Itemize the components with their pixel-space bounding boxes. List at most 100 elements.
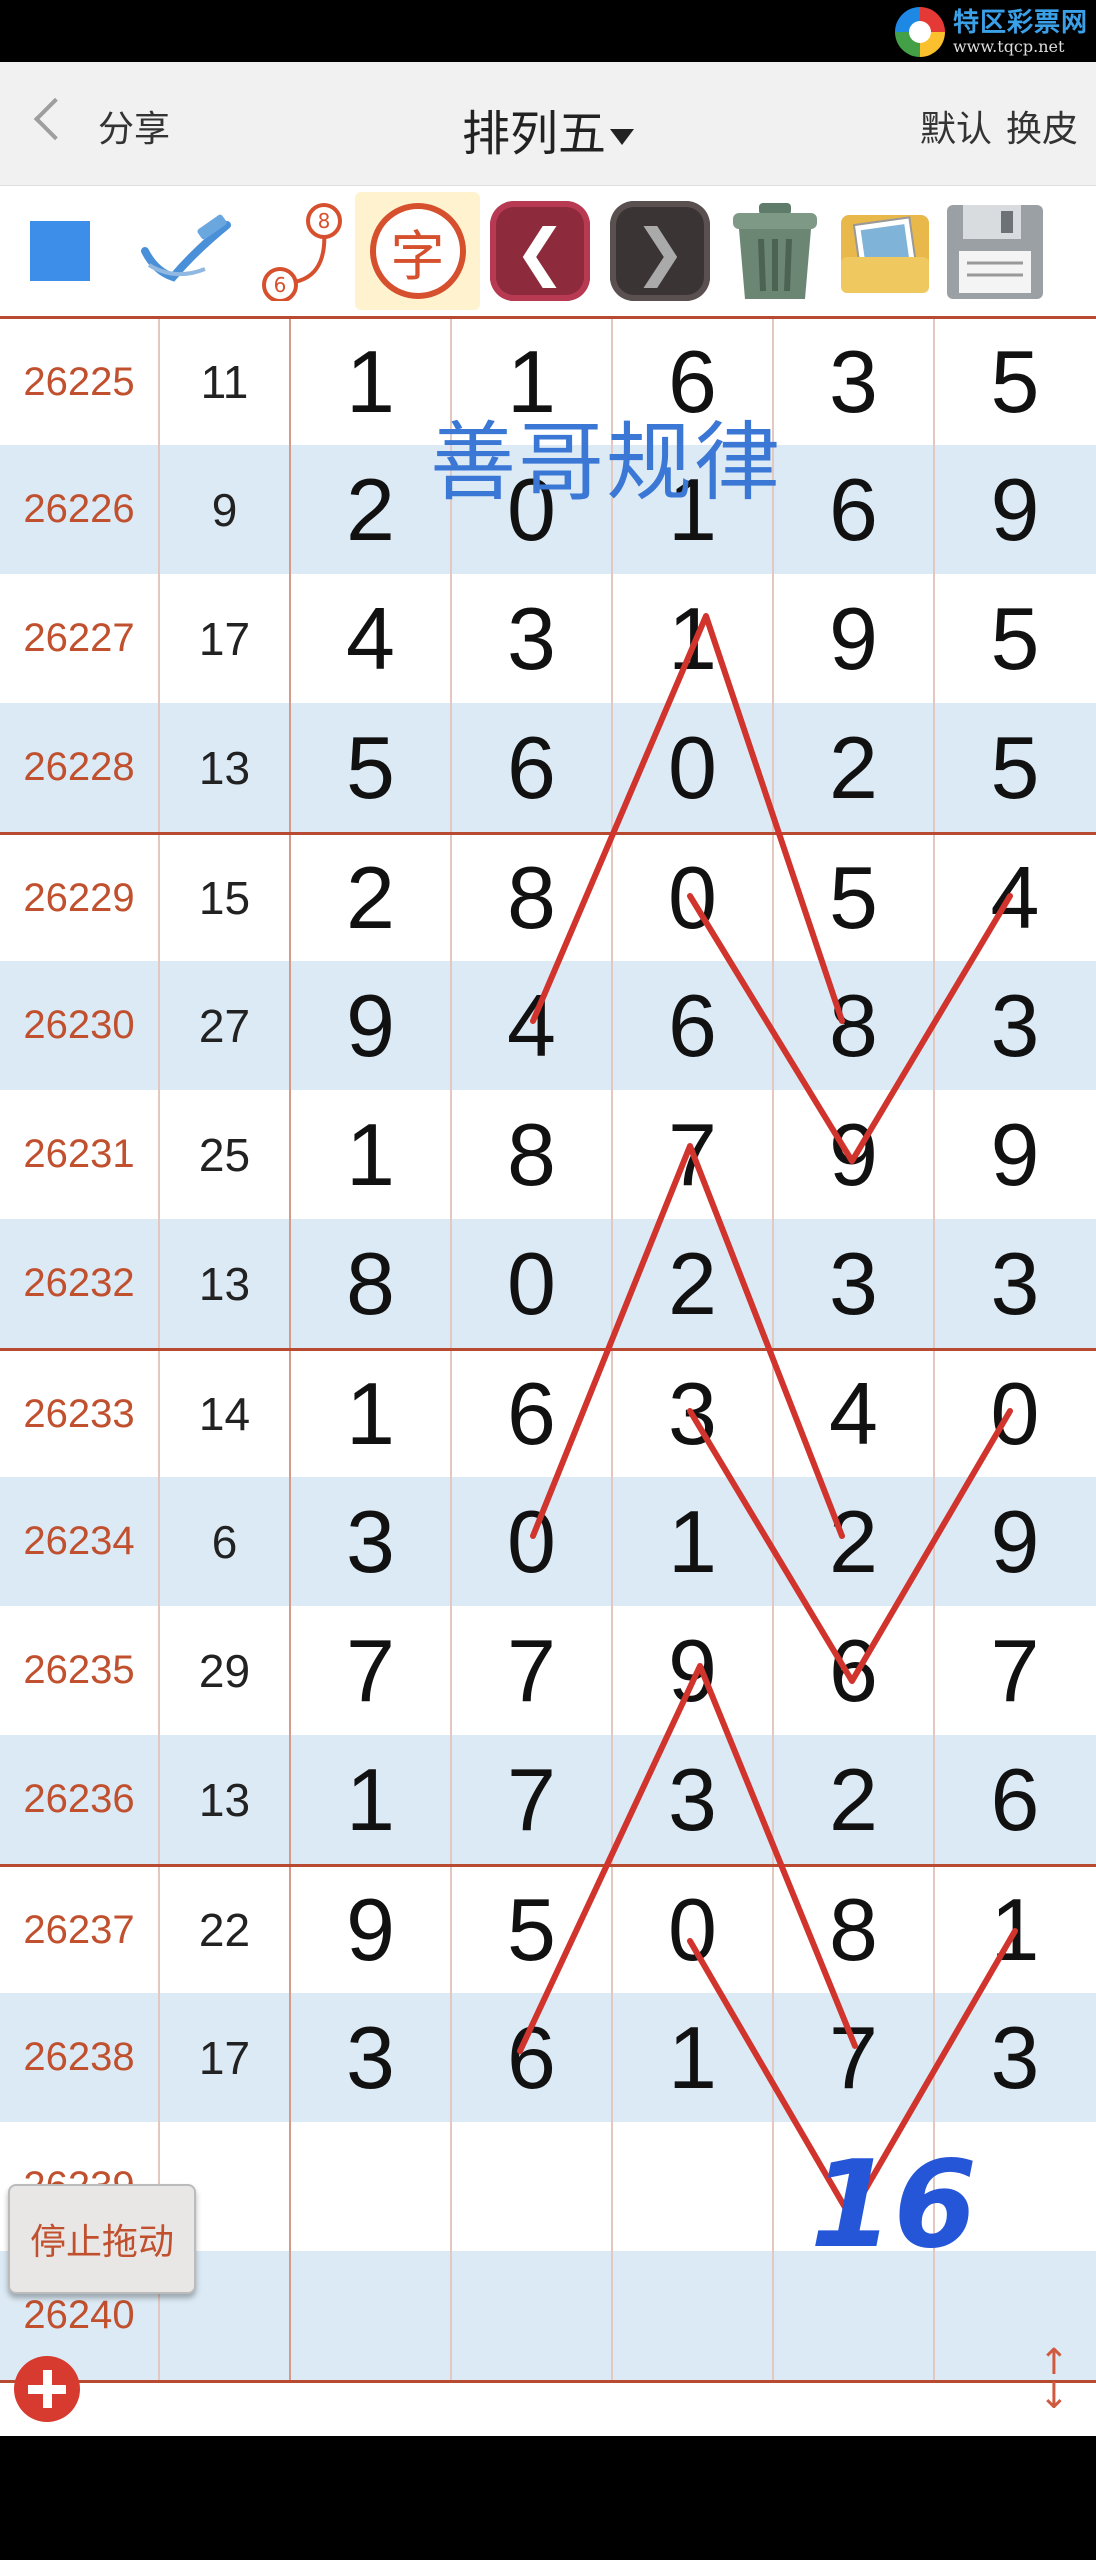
digit-cell-pos-5[interactable]: 5: [935, 703, 1095, 832]
digit-cell-pos-5[interactable]: 3: [935, 961, 1095, 1090]
save-button[interactable]: [940, 192, 1050, 310]
digit-cell-pos-2[interactable]: [452, 2122, 613, 2251]
digit-cell-pos-3[interactable]: 1: [613, 574, 774, 703]
digit-cell-pos-2[interactable]: 3: [452, 574, 613, 703]
digit-cell-pos-5[interactable]: 7: [935, 1606, 1095, 1735]
digit-cell-pos-5[interactable]: 3: [935, 1219, 1095, 1348]
digit-cell-pos-3[interactable]: 2: [613, 1219, 774, 1348]
digit-cell-pos-4[interactable]: 3: [774, 319, 935, 445]
digit-cell-pos-3[interactable]: 0: [613, 1867, 774, 1993]
redo-button[interactable]: ❯: [610, 201, 710, 301]
digit-cell-pos-5[interactable]: 5: [935, 574, 1095, 703]
digit-cell-pos-1[interactable]: 2: [291, 445, 452, 574]
digit-cell-pos-1[interactable]: 2: [291, 835, 452, 961]
digit-cell-pos-5[interactable]: 5: [935, 319, 1095, 445]
table-row: 26230 27 9 4 6 8 3: [0, 961, 1096, 1090]
sum-cell: 6: [160, 1477, 291, 1606]
clear-button[interactable]: [720, 192, 830, 310]
digit-cell-pos-1[interactable]: [291, 2251, 452, 2380]
issue-number-cell: 26233: [0, 1351, 160, 1477]
digit-cell-pos-5[interactable]: 4: [935, 835, 1095, 961]
change-skin-button[interactable]: 换皮: [1006, 100, 1078, 152]
digit-cell-pos-4[interactable]: 4: [774, 1351, 935, 1477]
digit-cell-pos-2[interactable]: 6: [452, 1351, 613, 1477]
table-row: 26235 29 7 7 9 6 7: [0, 1606, 1096, 1735]
digit-cell-pos-4[interactable]: 2: [774, 703, 935, 832]
digit-cell-pos-5[interactable]: 9: [935, 1090, 1095, 1219]
digit-cell-pos-2[interactable]: 0: [452, 1477, 613, 1606]
digit-cell-pos-4[interactable]: 2: [774, 1477, 935, 1606]
digit-cell-pos-5[interactable]: 6: [935, 1735, 1095, 1864]
undo-button[interactable]: ❮: [490, 201, 590, 301]
digit-cell-pos-3[interactable]: 0: [613, 835, 774, 961]
digit-cell-pos-5[interactable]: 1: [935, 1867, 1095, 1993]
digit-cell-pos-4[interactable]: 6: [774, 1606, 935, 1735]
photo-button[interactable]: [830, 192, 940, 310]
digit-cell-pos-4[interactable]: 9: [774, 574, 935, 703]
digit-cell-pos-2[interactable]: 7: [452, 1606, 613, 1735]
stop-drag-button[interactable]: 停止拖动: [8, 2184, 196, 2294]
digit-cell-pos-5[interactable]: 9: [935, 1477, 1095, 1606]
badge-bottom: 6: [273, 273, 286, 297]
digit-cell-pos-1[interactable]: 1: [291, 1735, 452, 1864]
digit-cell-pos-2[interactable]: 5: [452, 1867, 613, 1993]
digit-cell-pos-1[interactable]: 1: [291, 1351, 452, 1477]
digit-cell-pos-4[interactable]: 9: [774, 1090, 935, 1219]
digit-cell-pos-1[interactable]: 3: [291, 1477, 452, 1606]
digit-cell-pos-3[interactable]: 3: [613, 1351, 774, 1477]
digit-cell-pos-2[interactable]: 7: [452, 1735, 613, 1864]
digit-cell-pos-2[interactable]: 4: [452, 961, 613, 1090]
digit-cell-pos-1[interactable]: 5: [291, 703, 452, 832]
sum-cell: 17: [160, 1993, 291, 2122]
trend-table[interactable]: 26225 11 1 1 6 3 5 26226 9 2 0 1 6 9 26227 17 4 3 1 9 5 26228…: [0, 316, 1096, 2436]
sum-cell: 11: [160, 319, 291, 445]
digit-cell-pos-5[interactable]: 3: [935, 1993, 1095, 2122]
digit-cell-pos-3[interactable]: 3: [613, 1735, 774, 1864]
digit-cell-pos-3[interactable]: [613, 2251, 774, 2380]
digit-cell-pos-4[interactable]: 8: [774, 961, 935, 1090]
digit-cell-pos-4[interactable]: 5: [774, 835, 935, 961]
default-button[interactable]: 默认: [920, 100, 992, 152]
digit-cell-pos-1[interactable]: 7: [291, 1606, 452, 1735]
scroll-handle-icon[interactable]: ↑ ↓: [1030, 2345, 1078, 2416]
text-tool[interactable]: 字: [355, 192, 480, 310]
digit-cell-pos-1[interactable]: 9: [291, 1867, 452, 1993]
digit-cell-pos-1[interactable]: 9: [291, 961, 452, 1090]
issue-number-cell: 26225: [0, 319, 160, 445]
digit-cell-pos-4[interactable]: 2: [774, 1735, 935, 1864]
digit-cell-pos-4[interactable]: 6: [774, 445, 935, 574]
digit-cell-pos-3[interactable]: 9: [613, 1606, 774, 1735]
digit-cell-pos-4[interactable]: 8: [774, 1867, 935, 1993]
digit-cell-pos-2[interactable]: 6: [452, 703, 613, 832]
digit-cell-pos-3[interactable]: [613, 2122, 774, 2251]
digit-cell-pos-1[interactable]: [291, 2122, 452, 2251]
digit-cell-pos-2[interactable]: 6: [452, 1993, 613, 2122]
digit-cell-pos-1[interactable]: 4: [291, 574, 452, 703]
pen-tool[interactable]: [120, 192, 250, 310]
digit-cell-pos-3[interactable]: 0: [613, 703, 774, 832]
digit-cell-pos-4[interactable]: 3: [774, 1219, 935, 1348]
digit-cell-pos-2[interactable]: 0: [452, 1219, 613, 1348]
digit-cell-pos-2[interactable]: 8: [452, 835, 613, 961]
digit-cell-pos-1[interactable]: 8: [291, 1219, 452, 1348]
number-connect-tool[interactable]: 8 6: [250, 192, 355, 310]
digit-cell-pos-3[interactable]: 1: [613, 1993, 774, 2122]
digit-cell-pos-4[interactable]: 7: [774, 1993, 935, 2122]
table-row: 26233 14 1 6 3 4 0: [0, 1348, 1096, 1477]
digit-cell-pos-1[interactable]: 1: [291, 319, 452, 445]
issue-number-cell: 26226: [0, 445, 160, 574]
digit-cell-pos-2[interactable]: [452, 2251, 613, 2380]
issue-number-cell: 26230: [0, 961, 160, 1090]
digit-cell-pos-1[interactable]: 1: [291, 1090, 452, 1219]
digit-cell-pos-2[interactable]: 8: [452, 1090, 613, 1219]
digit-cell-pos-3[interactable]: 7: [613, 1090, 774, 1219]
add-icon[interactable]: [14, 2356, 80, 2422]
digit-cell-pos-1[interactable]: 3: [291, 1993, 452, 2122]
digit-cell-pos-5[interactable]: 0: [935, 1351, 1095, 1477]
navigation-bar: [0, 2436, 1096, 2560]
digit-cell-pos-3[interactable]: 1: [613, 1477, 774, 1606]
digit-cell-pos-5[interactable]: 9: [935, 445, 1095, 574]
sum-cell: 14: [160, 1351, 291, 1477]
digit-cell-pos-3[interactable]: 6: [613, 961, 774, 1090]
color-square-tool[interactable]: [0, 192, 120, 310]
